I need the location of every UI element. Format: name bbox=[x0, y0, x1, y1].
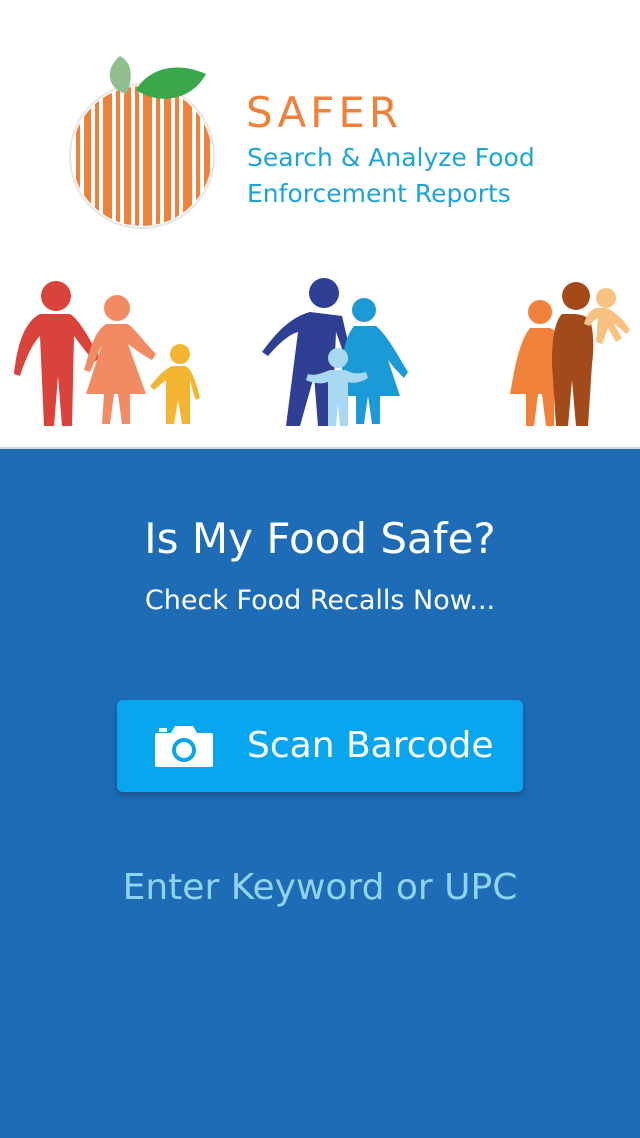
headline: Is My Food Safe? bbox=[144, 514, 496, 563]
brand-subtitle-line2: Enforcement Reports bbox=[247, 179, 511, 208]
brand-subtitle-line1: Search & Analyze Food bbox=[247, 143, 535, 172]
brand-title: SAFER bbox=[246, 88, 403, 137]
orange-barcode-logo-icon bbox=[69, 56, 215, 229]
scan-barcode-label: Scan Barcode bbox=[247, 725, 494, 766]
header-panel: SAFER Search & Analyze Food Enforcement … bbox=[0, 0, 640, 449]
family-illustration-left bbox=[14, 281, 200, 426]
family-illustration-right bbox=[510, 282, 630, 426]
camera-icon bbox=[155, 726, 213, 767]
enter-keyword-link[interactable]: Enter Keyword or UPC bbox=[0, 867, 640, 908]
family-illustration-center bbox=[262, 278, 408, 426]
subheadline: Check Food Recalls Now... bbox=[144, 585, 496, 616]
brand-subtitle: Search & Analyze Food Enforcement Report… bbox=[247, 140, 535, 212]
scan-barcode-button[interactable]: Scan Barcode bbox=[117, 700, 523, 792]
main-panel: Is My Food Safe? Check Food Recalls Now.… bbox=[0, 449, 640, 1138]
